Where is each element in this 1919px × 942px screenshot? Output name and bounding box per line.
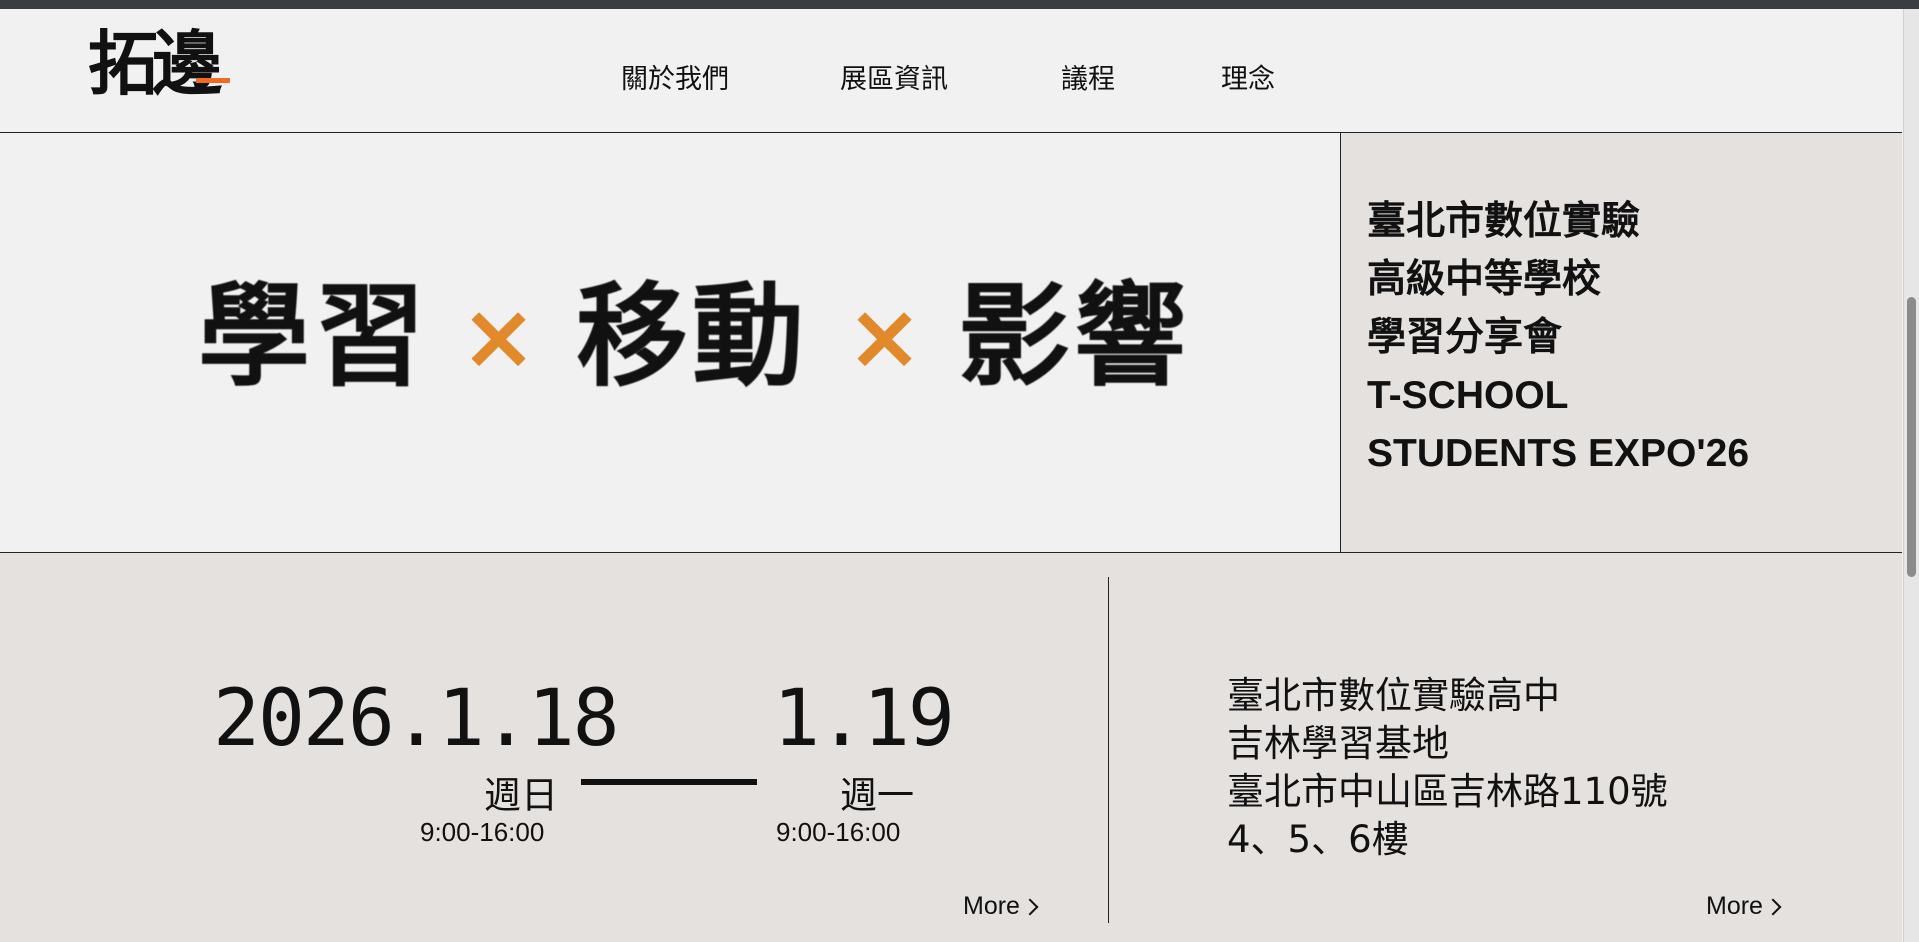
- venue-line: 吉林學習基地: [1227, 722, 1449, 765]
- start-time: 9:00-16:00: [420, 817, 545, 847]
- nav-item-about[interactable]: 關於我們: [621, 57, 729, 96]
- venue-line: 4、5、6樓: [1227, 818, 1409, 861]
- scrollbar-thumb[interactable]: [1907, 297, 1916, 577]
- hero-section: 學習 × 移動 × 影響 臺北市數位實驗 高級中等學校 學習分享會 T-SCHO…: [0, 133, 1902, 553]
- section-divider: [1108, 577, 1109, 923]
- expo-title-line: T-SCHOOL: [1367, 374, 1569, 417]
- slogan-separator: ×: [460, 283, 538, 390]
- expo-title-line: 高級中等學校: [1367, 258, 1602, 301]
- chevron-right-icon: [1021, 898, 1039, 916]
- slogan-word-impact: 影響: [958, 272, 1190, 402]
- browser-top-bar: [0, 0, 1919, 9]
- venue-line: 臺北市數位實驗高中: [1227, 674, 1560, 717]
- end-time: 9:00-16:00: [776, 817, 901, 847]
- location-more-link[interactable]: More: [1706, 892, 1782, 921]
- slogan-word-learning: 學習: [198, 272, 430, 402]
- hero-slogan: 學習 × 移動 × 影響: [198, 272, 1198, 402]
- venue-line: 臺北市中山區吉林路110號: [1227, 770, 1668, 813]
- site-header: 拓邊 關於我們 展區資訊 議程 理念: [0, 9, 1902, 133]
- nav-item-agenda[interactable]: 議程: [1061, 57, 1115, 96]
- expo-title-panel: 臺北市數位實驗 高級中等學校 學習分享會 T-SCHOOL STUDENTS E…: [1340, 133, 1902, 552]
- start-weekday: 週日: [484, 774, 558, 817]
- hero-slogan-panel: 學習 × 移動 × 影響: [0, 133, 1340, 552]
- expo-title: 臺北市數位實驗 高級中等學校 學習分享會 T-SCHOOL STUDENTS E…: [1367, 193, 1749, 483]
- end-date: 1.19: [773, 674, 955, 764]
- slogan-separator: ×: [846, 283, 924, 390]
- expo-title-line: STUDENTS EXPO'26: [1367, 432, 1750, 475]
- date-range-dash: [581, 779, 757, 785]
- event-info-section: 2026.1.18 1.19 週日 週一 9:00-16:00 9:00-16:…: [0, 553, 1902, 942]
- expo-title-line: 學習分享會: [1367, 316, 1563, 359]
- more-label: More: [963, 892, 1020, 920]
- slogan-word-mobility: 移動: [576, 272, 808, 402]
- start-date: 2026.1.18: [213, 674, 620, 764]
- site-logo[interactable]: 拓邊: [88, 29, 222, 99]
- chevron-right-icon: [1764, 898, 1782, 916]
- expo-title-line: 臺北市數位實驗: [1367, 200, 1641, 243]
- nav-item-exhibition[interactable]: 展區資訊: [840, 57, 948, 96]
- venue-address: 臺北市數位實驗高中 吉林學習基地 臺北市中山區吉林路110號 4、5、6樓: [1227, 672, 1668, 864]
- nav-item-philosophy[interactable]: 理念: [1221, 57, 1275, 96]
- page-scrollbar[interactable]: [1903, 9, 1919, 942]
- logo-accent-bar: [196, 78, 230, 83]
- more-label: More: [1706, 892, 1763, 920]
- schedule-more-link[interactable]: More: [963, 892, 1039, 921]
- end-weekday: 週一: [840, 774, 914, 817]
